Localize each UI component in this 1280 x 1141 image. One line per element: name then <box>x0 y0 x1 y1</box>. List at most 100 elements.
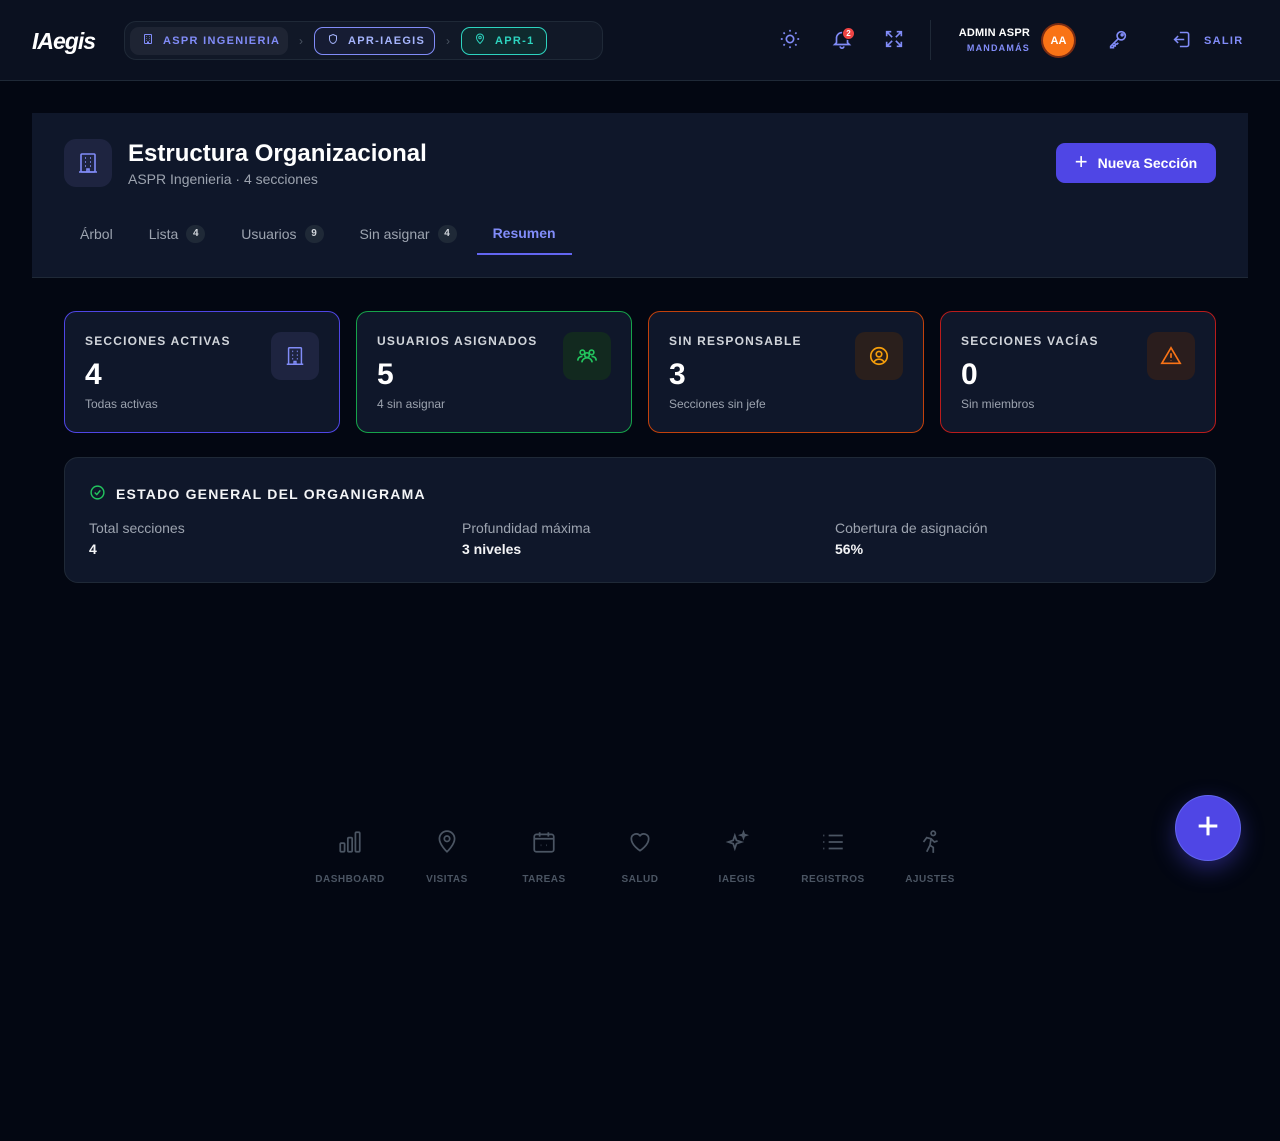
breadcrumb-project-chip[interactable]: APR-IAEGIS <box>314 26 435 55</box>
user-role: MANDAMÁS <box>966 43 1030 53</box>
metric-label: Cobertura de asignación <box>835 520 988 536</box>
tab-label: Sin asignar <box>359 225 430 242</box>
map-pin-icon <box>474 33 486 48</box>
page-subtitle: ASPR Ingenieria · 4 secciones <box>128 171 318 187</box>
logout-icon <box>1172 29 1193 53</box>
metric-value: 3 niveles <box>462 541 522 557</box>
chevron-right-icon: › <box>446 33 450 48</box>
stat-subtext: 4 sin asignar <box>377 397 446 411</box>
theme-toggle-button[interactable] <box>779 28 803 52</box>
nav-registros[interactable]: REGISTROS <box>788 829 878 885</box>
tab-label: Lista <box>148 225 179 242</box>
tab-label: Resumen <box>492 224 556 241</box>
stat-card-sin-responsable: SIN RESPONSABLE 3 Secciones sin jefe <box>648 311 924 433</box>
stat-value: 4 <box>85 358 102 391</box>
stat-value: 5 <box>377 358 394 391</box>
page-header: Estructura Organizacional ASPR Ingenieri… <box>32 113 1248 278</box>
fullscreen-button[interactable] <box>883 28 907 52</box>
metric-profundidad-maxima: Profundidad máxima 3 niveles <box>462 520 590 557</box>
check-circle-icon <box>89 484 106 504</box>
stat-card-secciones-activas: SECCIONES ACTIVAS 4 Todas activas <box>64 311 340 433</box>
logout-label: SALIR <box>1204 35 1244 47</box>
metric-label: Profundidad máxima <box>462 520 591 536</box>
metric-total-secciones: Total secciones 4 <box>89 520 185 557</box>
stat-card-usuarios-asignados: USUARIOS ASIGNADOS 5 4 sin asignar <box>356 311 632 433</box>
building-icon <box>271 332 319 380</box>
key-icon <box>1107 30 1129 54</box>
tab-label: Usuarios <box>241 225 297 242</box>
shield-icon <box>327 33 339 48</box>
metric-value: 56% <box>835 541 864 557</box>
users-icon <box>563 332 611 380</box>
tab-lista[interactable]: Lista 4 <box>133 212 222 255</box>
stat-label: SECCIONES VACÍAS <box>961 334 1099 348</box>
expand-icon <box>883 30 905 54</box>
stat-subtext: Todas activas <box>85 397 158 411</box>
metric-label: Total secciones <box>89 520 185 536</box>
stat-subtext: Sin miembros <box>961 397 1035 411</box>
logout-button[interactable]: SALIR <box>1172 29 1244 53</box>
tab-count-badge: 9 <box>304 224 324 243</box>
chevron-right-icon: › <box>299 33 303 48</box>
nav-tareas[interactable]: TAREAS <box>499 829 589 885</box>
sun-icon <box>779 29 801 54</box>
user-name: ADMIN ASPR <box>958 27 1030 39</box>
tab-usuarios[interactable]: Usuarios 9 <box>225 212 339 255</box>
floating-add-button[interactable] <box>1176 796 1240 860</box>
stat-label: SECCIONES ACTIVAS <box>85 334 231 348</box>
avatar[interactable]: AA <box>1043 25 1074 56</box>
nav-label: SALUD <box>621 874 659 885</box>
nav-ajustes[interactable]: AJUSTES <box>885 829 975 885</box>
breadcrumb: ASPR INGENIERIA › APR-IAEGIS › APR-1 <box>124 21 603 60</box>
breadcrumb-location-label: APR-1 <box>495 34 535 47</box>
stat-value: 0 <box>961 358 978 391</box>
plus-icon <box>1194 812 1222 845</box>
notification-badge: 2 <box>842 27 855 40</box>
nav-visitas[interactable]: VISITAS <box>402 829 492 885</box>
tab-label: Árbol <box>80 225 113 242</box>
heart-icon <box>595 829 685 855</box>
tab-count-badge: 4 <box>186 224 206 243</box>
stat-label: SIN RESPONSABLE <box>669 334 802 348</box>
new-section-button[interactable]: + Nueva Sección <box>1056 143 1216 183</box>
nav-dashboard[interactable]: DASHBOARD <box>305 829 395 885</box>
stat-subtext: Secciones sin jefe <box>669 397 766 411</box>
list-icon <box>788 829 878 855</box>
nav-label: DASHBOARD <box>315 874 385 885</box>
warning-icon <box>1147 332 1195 380</box>
app-logo[interactable]: IAegis <box>32 28 96 55</box>
runner-icon <box>885 829 975 855</box>
new-section-label: Nueva Sección <box>1097 155 1198 171</box>
nav-label: AJUSTES <box>905 874 955 885</box>
building-icon <box>142 33 154 48</box>
plus-icon: + <box>1074 149 1088 174</box>
stat-value: 3 <box>669 358 686 391</box>
stat-card-secciones-vacias: SECCIONES VACÍAS 0 Sin miembros <box>940 311 1216 433</box>
bar-chart-icon <box>305 829 395 855</box>
metric-cobertura: Cobertura de asignación 56% <box>835 520 988 557</box>
breadcrumb-location-chip[interactable]: APR-1 <box>461 26 547 55</box>
metric-value: 4 <box>89 541 97 557</box>
top-bar: IAegis ASPR INGENIERIA › APR-IAEGIS › AP… <box>0 0 1280 81</box>
nav-label: IAEGIS <box>718 874 756 885</box>
status-title-label: ESTADO GENERAL DEL ORGANIGRAMA <box>116 486 426 502</box>
divider <box>930 20 931 60</box>
sparkles-icon <box>692 829 782 855</box>
user-circle-icon <box>855 332 903 380</box>
breadcrumb-org-chip[interactable]: ASPR INGENIERIA <box>130 26 288 55</box>
tab-resumen[interactable]: Resumen <box>476 212 572 255</box>
tab-arbol[interactable]: Árbol <box>64 212 129 255</box>
nav-label: VISITAS <box>426 874 468 885</box>
nav-label: REGISTROS <box>801 874 865 885</box>
nav-iaegis[interactable]: IAEGIS <box>692 829 782 885</box>
calendar-icon <box>499 829 589 855</box>
nav-salud[interactable]: SALUD <box>595 829 685 885</box>
stat-label: USUARIOS ASIGNADOS <box>377 334 538 348</box>
change-password-button[interactable] <box>1107 28 1131 52</box>
map-pin-icon <box>402 829 492 855</box>
building-icon <box>64 139 112 187</box>
tab-bar: Árbol Lista 4 Usuarios 9 Sin asignar 4 R… <box>64 212 576 256</box>
breadcrumb-project-label: APR-IAEGIS <box>348 34 426 47</box>
breadcrumb-org-label: ASPR INGENIERIA <box>163 34 281 47</box>
tab-sin-asignar[interactable]: Sin asignar 4 <box>344 212 473 255</box>
